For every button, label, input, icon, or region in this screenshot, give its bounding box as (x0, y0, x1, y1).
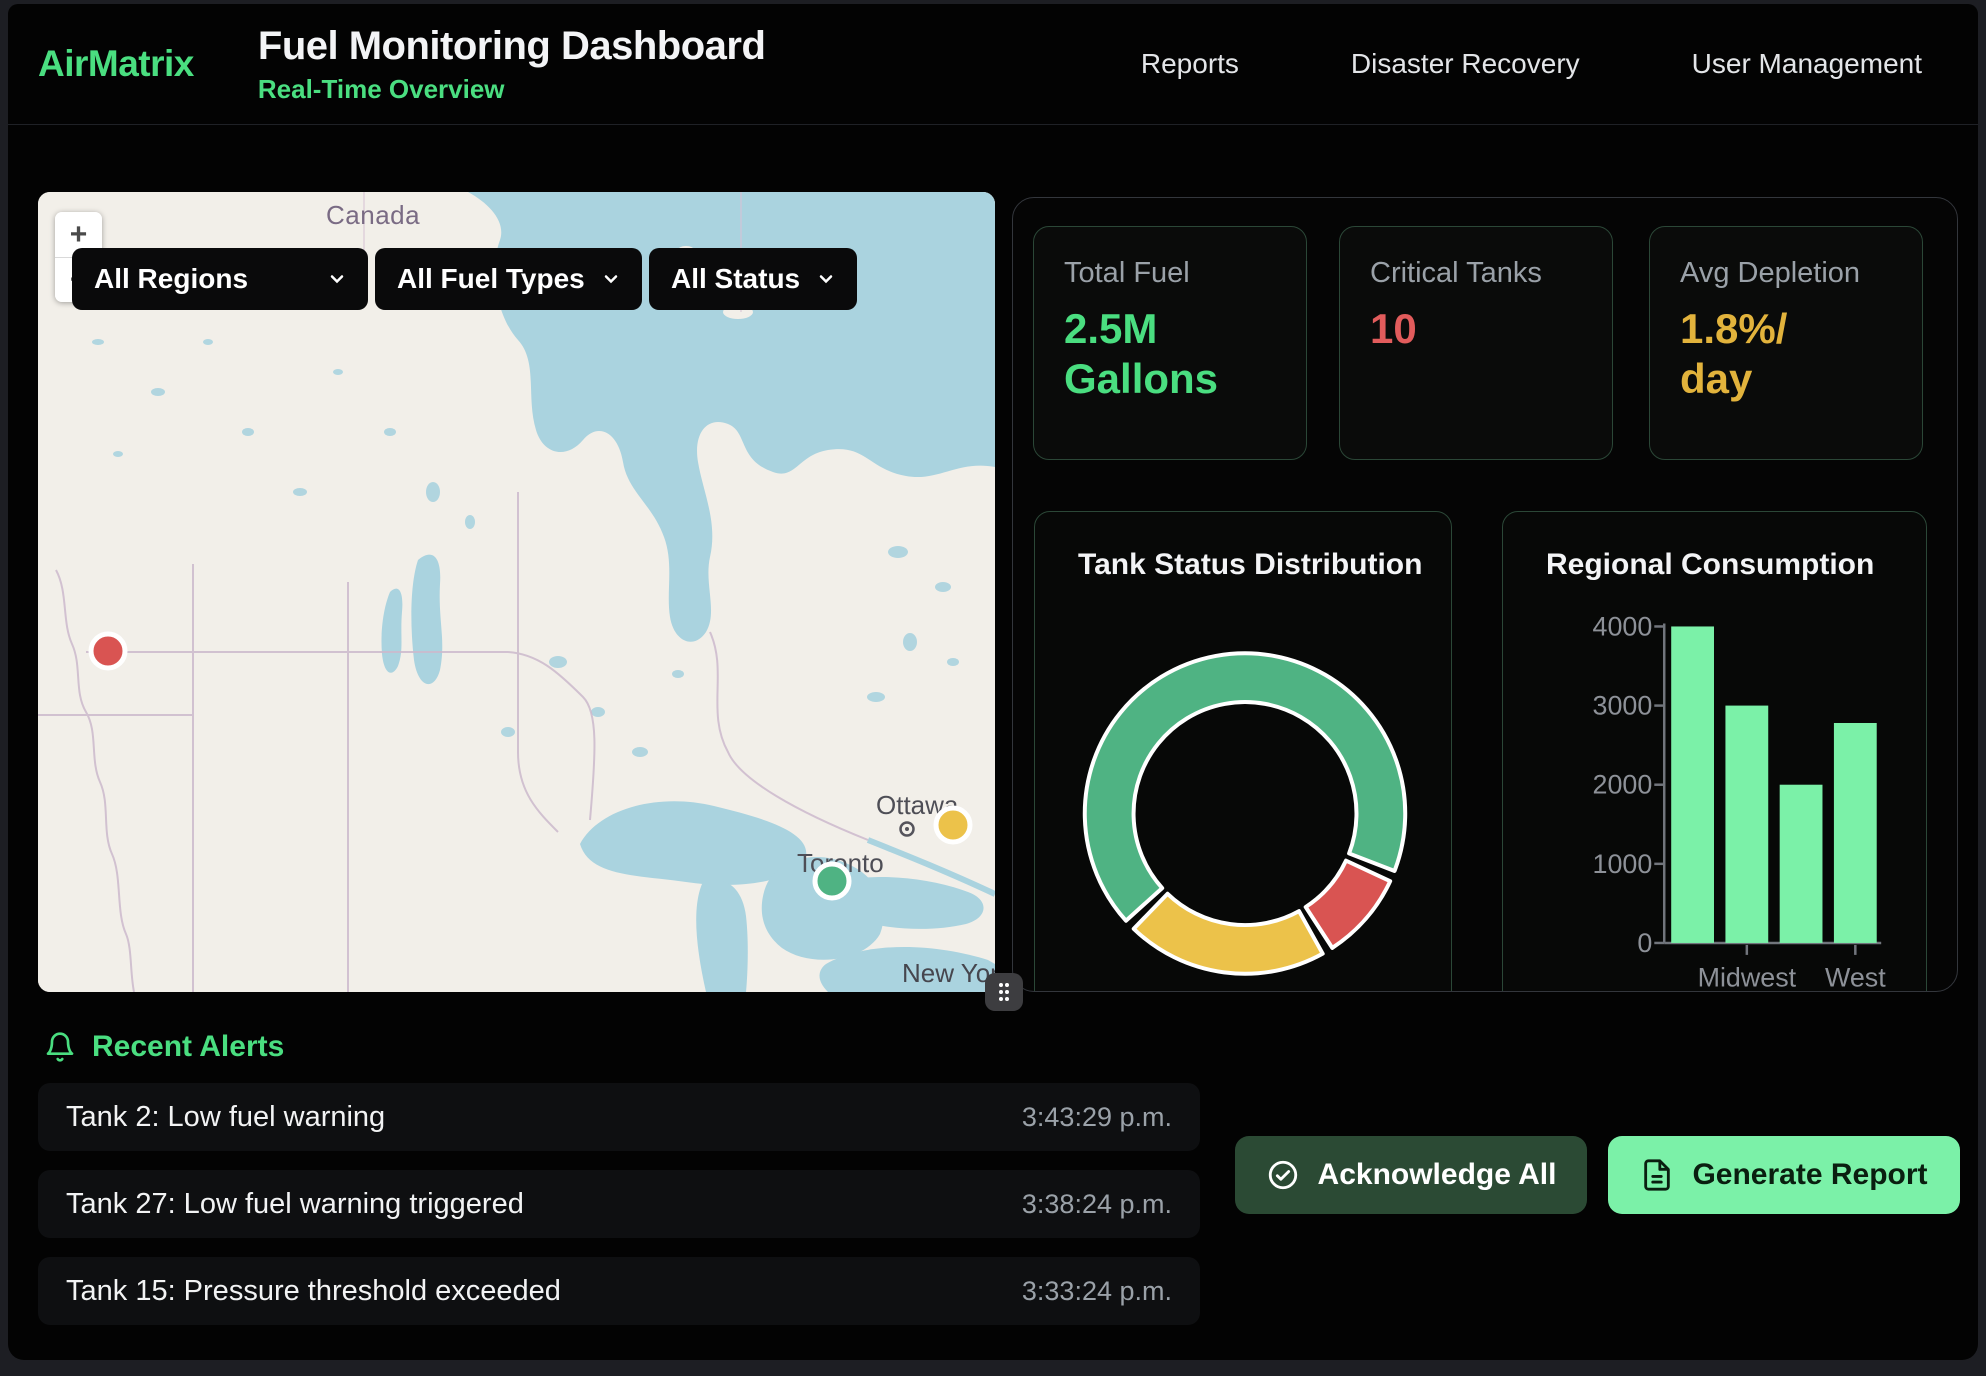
stat-label: Total Fuel (1064, 257, 1276, 290)
alert-row[interactable]: Tank 2: Low fuel warning 3:43:29 p.m. (38, 1083, 1200, 1151)
ottawa-town-dot (905, 827, 909, 831)
status-filter-value: All Status (671, 263, 800, 295)
nav-user-management[interactable]: User Management (1692, 48, 1922, 80)
map-filters: All Regions All Fuel Types All Status (72, 248, 857, 310)
regional-consumption-bar-chart: 0 1000 2000 3000 4000 Midwest West (1503, 512, 1926, 992)
map-resize-handle[interactable] (985, 973, 1023, 1011)
alerts-header: Recent Alerts (44, 1030, 284, 1064)
acknowledge-all-button[interactable]: Acknowledge All (1235, 1136, 1587, 1214)
nav-disaster-recovery[interactable]: Disaster Recovery (1351, 48, 1580, 80)
region-filter-select[interactable]: All Regions (72, 248, 368, 310)
stat-card-critical-tanks: Critical Tanks 10 (1339, 226, 1613, 460)
fuel-type-filter-value: All Fuel Types (397, 263, 585, 295)
tank-status-donut-chart (1035, 512, 1451, 992)
page-subtitle: Real-Time Overview (258, 74, 765, 105)
alert-message: Tank 15: Pressure threshold exceeded (66, 1275, 561, 1308)
chevron-down-icon (817, 270, 835, 288)
metrics-panel: Total Fuel 2.5M Gallons Critical Tanks 1… (1012, 197, 1958, 992)
x-tick-label: West (1825, 963, 1886, 992)
alert-time: 3:33:24 p.m. (1022, 1276, 1172, 1307)
page-title: Fuel Monitoring Dashboard (258, 24, 765, 69)
header: AirMatrix Fuel Monitoring Dashboard Real… (8, 4, 1978, 125)
stat-value: 10 (1370, 304, 1582, 354)
stat-card-avg-depletion: Avg Depletion 1.8%/ day (1649, 226, 1923, 460)
stat-card-total-fuel: Total Fuel 2.5M Gallons (1033, 226, 1307, 460)
map-marker-normal[interactable] (815, 864, 849, 898)
stat-label: Avg Depletion (1680, 257, 1892, 290)
map-marker-warning[interactable] (936, 808, 970, 842)
y-tick-label: 1000 (1593, 849, 1653, 879)
stat-value: 1.8%/ day (1680, 304, 1892, 405)
y-tick-label: 4000 (1593, 611, 1653, 641)
title-block: Fuel Monitoring Dashboard Real-Time Over… (258, 24, 765, 105)
map-basemap: Canada Ottawa Toronto New York (38, 192, 995, 992)
alert-message: Tank 2: Low fuel warning (66, 1101, 385, 1134)
bell-icon (44, 1030, 76, 1064)
fuel-type-filter-select[interactable]: All Fuel Types (375, 248, 642, 310)
bar-region-4 (1834, 723, 1877, 943)
map-marker-critical[interactable] (91, 634, 125, 668)
tank-status-chart-card: Tank Status Distribution (1034, 511, 1452, 992)
bar-region-2 (1725, 706, 1768, 943)
generate-report-label: Generate Report (1692, 1158, 1927, 1192)
report-document-icon (1640, 1158, 1674, 1192)
chevron-down-icon (602, 270, 620, 288)
y-tick-label: 3000 (1593, 691, 1653, 721)
alert-row[interactable]: Tank 15: Pressure threshold exceeded 3:3… (38, 1257, 1200, 1325)
check-circle-icon (1266, 1158, 1300, 1192)
donut-segment-warning (1134, 894, 1323, 974)
alert-message: Tank 27: Low fuel warning triggered (66, 1188, 524, 1221)
nav-reports[interactable]: Reports (1141, 48, 1239, 80)
bar-region-3 (1780, 785, 1823, 943)
dashboard-window: AirMatrix Fuel Monitoring Dashboard Real… (8, 4, 1978, 1360)
alert-time: 3:43:29 p.m. (1022, 1102, 1172, 1133)
map-label-canada: Canada (326, 200, 420, 230)
region-filter-value: All Regions (94, 263, 248, 295)
generate-report-button[interactable]: Generate Report (1608, 1136, 1960, 1214)
stat-label: Critical Tanks (1370, 257, 1582, 290)
status-filter-select[interactable]: All Status (649, 248, 857, 310)
bar-region-1 (1671, 626, 1714, 942)
main-nav: Reports Disaster Recovery User Managemen… (1141, 48, 1978, 80)
alerts-title: Recent Alerts (92, 1030, 284, 1064)
map-label-new-york: New York (902, 958, 995, 988)
y-tick-label: 0 (1637, 928, 1652, 958)
stat-value: 2.5M Gallons (1064, 304, 1276, 405)
alert-row[interactable]: Tank 27: Low fuel warning triggered 3:38… (38, 1170, 1200, 1238)
x-tick-label: Midwest (1698, 963, 1797, 992)
y-tick-label: 2000 (1593, 770, 1653, 800)
alert-time: 3:38:24 p.m. (1022, 1189, 1172, 1220)
tank-map[interactable]: Canada Ottawa Toronto New York + − All R… (38, 192, 995, 992)
acknowledge-all-label: Acknowledge All (1318, 1158, 1557, 1192)
regional-consumption-chart-card: Regional Consumption 01000200030004000Mi… (1502, 511, 1927, 992)
brand-logo[interactable]: AirMatrix (38, 43, 194, 85)
donut-segment-critical (1306, 861, 1390, 948)
drag-dots-icon (996, 981, 1012, 1003)
chevron-down-icon (328, 270, 346, 288)
